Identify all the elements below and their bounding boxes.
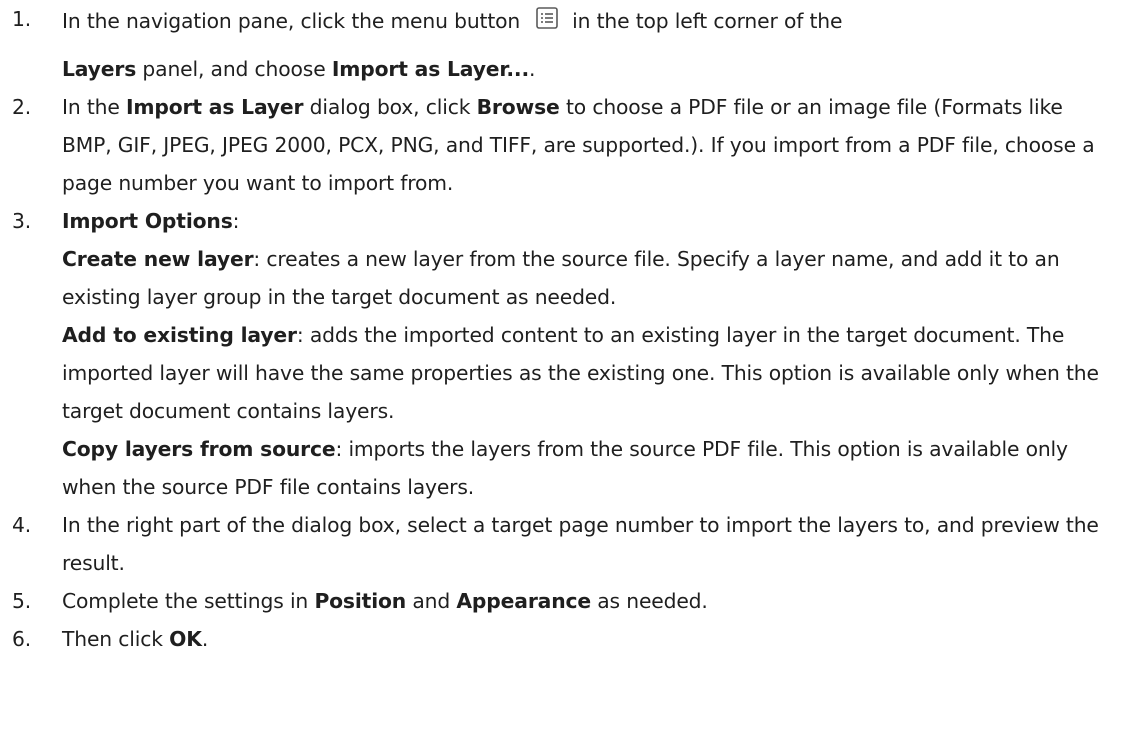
- step-4: 4. In the right part of the dialog box, …: [0, 506, 1125, 582]
- ui-term-appearance: Appearance: [456, 589, 591, 613]
- option-name: Create new layer: [62, 247, 254, 271]
- ui-term-import-options: Import Options: [62, 209, 233, 233]
- import-options-heading: Import Options:: [62, 202, 1103, 240]
- option-add-to-existing-layer: Add to existing layer: adds the imported…: [62, 316, 1103, 430]
- step-number: 2.: [12, 95, 32, 119]
- step-text: dialog box, click: [303, 95, 477, 119]
- step-1-line-2: Layers panel, and choose Import as Layer…: [62, 50, 1103, 88]
- option-copy-layers-from-source: Copy layers from source: imports the lay…: [62, 430, 1103, 506]
- step-number: 4.: [12, 513, 32, 537]
- ui-term-layers: Layers: [62, 57, 137, 81]
- step-1: 1. In the navigation pane, click the men…: [0, 0, 1125, 88]
- step-1-line-1: In the navigation pane, click the menu b…: [62, 2, 1103, 40]
- ui-term-import-as-layer-dialog: Import as Layer: [125, 95, 304, 119]
- step-3: 3. Import Options: Create new layer: cre…: [0, 202, 1125, 506]
- list-menu-icon: [536, 7, 558, 29]
- option-create-new-layer: Create new layer: creates a new layer fr…: [62, 240, 1103, 316]
- step-5: 5. Complete the settings in Position and…: [0, 582, 1125, 620]
- step-2: 2. In the Import as Layer dialog box, cl…: [0, 88, 1125, 202]
- step-number: 1.: [12, 7, 32, 31]
- step-text: and: [406, 589, 457, 613]
- help-document: 1. In the navigation pane, click the men…: [0, 0, 1125, 729]
- ui-term-ok: OK: [169, 627, 202, 651]
- option-name: Copy layers from source: [62, 437, 336, 461]
- ui-term-browse: Browse: [476, 95, 560, 119]
- step-number: 3.: [12, 209, 32, 233]
- step-text: panel, and choose: [136, 57, 332, 81]
- step-text: in the top left corner of the: [572, 9, 843, 33]
- step-number: 5.: [12, 589, 32, 613]
- ui-term-import-as-layer: Import as Layer...: [331, 57, 530, 81]
- step-text: .: [529, 57, 536, 81]
- step-text: In the: [62, 95, 126, 119]
- step-text: Complete the settings in: [62, 589, 315, 613]
- step-text: In the right part of the dialog box, sel…: [62, 513, 1099, 575]
- step-text: as needed.: [590, 589, 708, 613]
- step-text: Then click: [62, 627, 170, 651]
- step-number: 6.: [12, 627, 32, 651]
- step-6: 6. Then click OK.: [0, 620, 1125, 658]
- step-text: .: [201, 627, 209, 651]
- option-name: Add to existing layer: [62, 323, 297, 347]
- ui-term-position: Position: [314, 589, 407, 613]
- step-text: :: [232, 209, 240, 233]
- step-text: In the navigation pane, click the menu b…: [62, 9, 521, 33]
